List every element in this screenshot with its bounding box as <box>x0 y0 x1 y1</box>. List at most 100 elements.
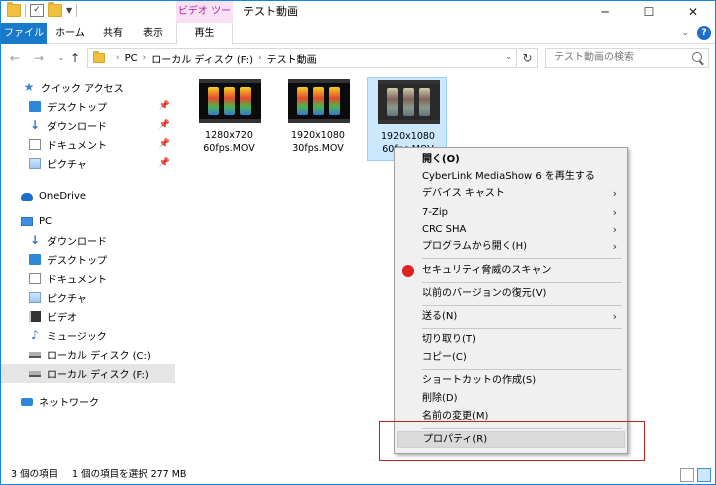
menu-item-restore-versions[interactable]: 以前のバージョンの復元(V) <box>397 285 625 302</box>
details-view-icon[interactable] <box>680 468 694 482</box>
sidebar-item-downloads[interactable]: ↓ ダウンロード <box>1 231 175 250</box>
sidebar-item-desktop[interactable]: デスクトップ 📌 <box>1 97 175 116</box>
navigation-pane: ★ クイック アクセス デスクトップ 📌 ↓ ダウンロード 📌 ドキュメント 📌… <box>1 74 175 464</box>
menu-item-delete[interactable]: 削除(D) <box>397 390 625 407</box>
sidebar-item-label: デスクトップ <box>47 103 107 114</box>
forward-button[interactable]: → <box>31 50 47 66</box>
slot-reel <box>419 88 430 116</box>
sidebar-item-onedrive[interactable]: OneDrive <box>1 187 175 206</box>
menu-item-open-with[interactable]: プログラムから開く(H) › <box>397 238 625 255</box>
quick-access-toolbar: ✓ ▼ <box>7 2 78 17</box>
breadcrumb-folder[interactable]: テスト動画 <box>267 51 317 66</box>
sidebar-item-label: ミュージック <box>47 332 107 343</box>
sidebar-item-music[interactable]: ♪ ミュージック <box>1 326 175 345</box>
menu-separator <box>422 282 622 283</box>
file-name: 1280x720 60fps.MOV <box>203 130 255 154</box>
pin-icon[interactable]: 📌 <box>159 158 170 168</box>
sidebar-item-pc[interactable]: PC <box>1 212 175 231</box>
menu-item-create-shortcut[interactable]: ショートカットの作成(S) <box>397 372 625 389</box>
drive-icon <box>29 351 41 358</box>
sidebar-item-quick-access[interactable]: ★ クイック アクセス <box>1 78 175 97</box>
menu-separator <box>422 305 622 306</box>
caption-buttons: ─ ☐ ✕ <box>583 1 715 23</box>
minimize-button[interactable]: ─ <box>583 1 627 23</box>
menu-item-crc-sha[interactable]: CRC SHA › <box>397 221 625 238</box>
back-button[interactable]: ← <box>7 50 23 66</box>
breadcrumb-pc[interactable]: PC <box>125 53 138 64</box>
star-icon: ★ <box>23 80 35 94</box>
menu-item-cut[interactable]: 切り取り(T) <box>397 331 625 348</box>
expand-ribbon-chevron-icon[interactable]: ⌄ <box>681 28 689 38</box>
tab-file[interactable]: ファイル <box>1 23 47 44</box>
sidebar-item-label: ローカル ディスク (C:) <box>47 351 151 362</box>
sidebar-item-label: PC <box>39 216 53 227</box>
menu-item-security-scan[interactable]: セキュリティ脅威のスキャン <box>397 262 625 279</box>
sidebar-item-desktop[interactable]: デスクトップ <box>1 250 175 269</box>
sidebar-item-network[interactable]: ネットワーク <box>1 392 175 411</box>
sidebar-item-label: ピクチャ <box>47 294 87 305</box>
explorer-window: ✓ ▼ ビデオ ツール テスト動画 ─ ☐ ✕ ファイル ホーム 共有 表示 再… <box>0 0 716 485</box>
address-bar[interactable]: › PC › ローカル ディスク (F:) › テスト動画 ⌄ <box>87 48 517 68</box>
help-icon[interactable]: ? <box>697 26 711 40</box>
menu-separator <box>422 328 622 329</box>
up-button[interactable]: ↑ <box>67 50 83 66</box>
menu-item-cyberlink-play[interactable]: CyberLink MediaShow 6 を再生する <box>397 168 625 185</box>
context-menu: 開く(O) CyberLink MediaShow 6 を再生する デバイス キ… <box>394 147 628 454</box>
picture-icon <box>29 292 41 303</box>
sidebar-item-label: クイック アクセス <box>41 84 124 95</box>
file-item[interactable]: 1280x720 60fps.MOV <box>189 77 269 161</box>
file-item[interactable]: 1920x1080 30fps.MOV <box>278 77 358 161</box>
tab-share[interactable]: 共有 <box>93 23 133 44</box>
video-thumbnail <box>288 79 350 123</box>
refresh-button[interactable]: ↻ <box>518 48 538 68</box>
sidebar-item-drive-c[interactable]: ローカル ディスク (C:) <box>1 345 175 364</box>
slot-reel <box>329 87 340 115</box>
file-name: 1920x1080 30fps.MOV <box>291 130 345 154</box>
breadcrumb-chevron-icon[interactable]: › <box>116 53 120 63</box>
tab-view[interactable]: 表示 <box>133 23 173 44</box>
menu-item-open[interactable]: 開く(O) <box>397 151 625 168</box>
desktop-icon <box>29 254 41 265</box>
sidebar-item-label: ローカル ディスク (F:) <box>47 370 149 381</box>
new-folder-icon[interactable] <box>48 2 62 17</box>
sidebar-item-videos[interactable]: ビデオ <box>1 307 175 326</box>
folder-icon <box>7 2 21 17</box>
sidebar-item-documents[interactable]: ドキュメント <box>1 269 175 288</box>
sidebar-item-label: ピクチャ <box>47 160 87 171</box>
properties-check-icon[interactable]: ✓ <box>30 4 44 17</box>
large-icons-view-icon[interactable] <box>697 468 711 482</box>
download-icon: ↓ <box>29 233 41 247</box>
address-dropdown-chevron-icon[interactable]: ⌄ <box>505 52 512 61</box>
customize-qat-chevron-icon[interactable]: ▼ <box>66 6 72 15</box>
document-icon <box>29 273 41 284</box>
pin-icon[interactable]: 📌 <box>159 101 170 111</box>
menu-item-send-to[interactable]: 送る(N) › <box>397 308 625 325</box>
menu-item-7zip[interactable]: 7-Zip › <box>397 204 625 221</box>
breadcrumb-chevron-icon[interactable]: › <box>258 53 262 63</box>
menu-item-copy[interactable]: コピー(C) <box>397 349 625 366</box>
pin-icon[interactable]: 📌 <box>159 139 170 149</box>
sidebar-item-downloads[interactable]: ↓ ダウンロード 📌 <box>1 116 175 135</box>
submenu-chevron-icon: › <box>612 187 617 200</box>
slot-reel <box>297 87 308 115</box>
submenu-chevron-icon: › <box>612 240 617 253</box>
sidebar-item-label: ネットワーク <box>39 398 99 409</box>
submenu-chevron-icon: › <box>612 223 617 236</box>
sidebar-item-pictures[interactable]: ピクチャ <box>1 288 175 307</box>
sidebar-item-documents[interactable]: ドキュメント 📌 <box>1 135 175 154</box>
video-thumbnail <box>199 79 261 123</box>
search-input[interactable]: テスト動画の検索 <box>545 48 709 68</box>
sidebar-item-drive-f[interactable]: ローカル ディスク (F:) <box>1 364 175 383</box>
tab-play[interactable]: 再生 <box>176 23 233 45</box>
tab-home[interactable]: ホーム <box>47 23 93 44</box>
divider <box>76 4 78 17</box>
breadcrumb-chevron-icon[interactable]: › <box>143 53 147 63</box>
slot-reel <box>387 88 398 116</box>
maximize-button[interactable]: ☐ <box>627 1 671 23</box>
menu-separator <box>422 369 622 370</box>
sidebar-item-pictures[interactable]: ピクチャ 📌 <box>1 154 175 173</box>
breadcrumb-drive[interactable]: ローカル ディスク (F:) <box>151 51 253 66</box>
close-button[interactable]: ✕ <box>671 1 715 23</box>
menu-item-device-cast[interactable]: デバイス キャスト › <box>397 185 625 202</box>
pin-icon[interactable]: 📌 <box>159 120 170 130</box>
